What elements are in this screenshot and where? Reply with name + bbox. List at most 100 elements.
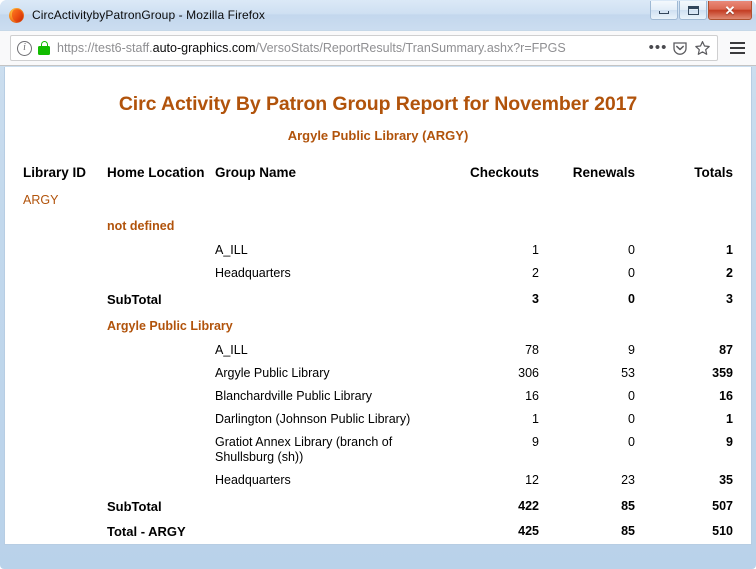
table-row: Blanchardville Public Library 16 0 16 <box>23 385 735 408</box>
url-host: auto-graphics.com <box>152 41 256 55</box>
report-subtitle: Argyle Public Library (ARGY) <box>287 128 469 143</box>
column-header-totals: Totals <box>694 165 733 180</box>
browser-window: CircActivitybyPatronGroup - Mozilla Fire… <box>0 0 756 569</box>
grand-total-row: Total - ARGY 425 85 510 <box>23 518 735 544</box>
grand-total-totals: 510 <box>712 524 733 539</box>
group-name: Headquarters <box>215 265 291 280</box>
maximize-button[interactable] <box>679 1 707 20</box>
close-icon: ✕ <box>724 2 736 18</box>
column-header-library-id: Library ID <box>23 165 87 180</box>
checkouts-value: 306 <box>518 365 539 380</box>
renewals-value: 9 <box>628 342 635 357</box>
maximize-icon <box>687 5 699 15</box>
renewals-value: 53 <box>621 365 635 380</box>
url-prefix: https://test6-staff. <box>57 41 153 55</box>
pocket-button[interactable] <box>669 37 691 59</box>
checkouts-value: 78 <box>525 342 539 357</box>
home-location-row: not defined <box>23 212 735 239</box>
subtotal-label: SubTotal <box>107 291 162 307</box>
group-name: Headquarters <box>215 472 291 487</box>
star-icon <box>694 40 710 55</box>
checkouts-value: 1 <box>532 242 539 257</box>
renewals-value: 23 <box>621 472 635 487</box>
group-name: Blanchardville Public Library <box>215 388 373 403</box>
table-header-row: Library ID Home Location Group Name Chec… <box>23 165 735 185</box>
browser-navigation-toolbar: i https://test6-staff.auto-graphics.com/… <box>0 30 756 66</box>
group-name: Darlington (Johnson Public Library) <box>215 411 411 426</box>
close-button[interactable]: ✕ <box>708 1 752 20</box>
group-name: A_ILL <box>215 242 248 257</box>
hamburger-menu-button[interactable] <box>724 35 750 61</box>
table-row: A_ILL 1 0 1 <box>23 239 735 262</box>
home-location-label: Argyle Public Library <box>107 318 233 333</box>
grand-total-checkouts: 425 <box>518 524 539 539</box>
subtotal-checkouts: 422 <box>518 498 539 513</box>
subtotal-renewals: 85 <box>621 498 635 513</box>
library-id-row: ARGY <box>23 185 735 212</box>
table-row: Headquarters 12 23 35 <box>23 469 735 492</box>
totals-value: 1 <box>726 411 733 426</box>
table-row: Headquarters 2 0 2 <box>23 262 735 285</box>
url-path: /VersoStats/ReportResults/TranSummary.as… <box>255 41 566 55</box>
column-header-checkouts: Checkouts <box>469 165 539 180</box>
report-title: Circ Activity By Patron Group Report for… <box>118 93 638 115</box>
totals-value: 1 <box>726 242 733 257</box>
renewals-value: 0 <box>628 265 635 280</box>
totals-value: 9 <box>726 434 733 449</box>
table-row: A_ILL 78 9 87 <box>23 339 735 362</box>
grand-total-renewals: 85 <box>621 524 635 539</box>
column-header-home-location: Home Location <box>107 165 205 180</box>
library-id-value: ARGY <box>23 192 59 207</box>
pocket-shield-icon <box>673 42 687 55</box>
subtotal-row: SubTotal 3 0 3 <box>23 285 735 312</box>
renewals-value: 0 <box>628 242 635 257</box>
column-header-renewals: Renewals <box>572 165 635 180</box>
bookmark-button[interactable] <box>691 37 713 59</box>
column-header-group-name: Group Name <box>215 165 297 180</box>
subtotal-row: SubTotal 422 85 507 <box>23 492 735 519</box>
page-actions-icon: ••• <box>648 39 668 56</box>
window-controls: ✕ <box>649 1 752 20</box>
totals-value: 359 <box>712 365 733 380</box>
subtotal-totals: 3 <box>726 291 733 306</box>
firefox-icon <box>8 7 25 24</box>
totals-value: 87 <box>719 342 733 357</box>
renewals-value: 0 <box>628 434 635 449</box>
address-bar[interactable]: i https://test6-staff.auto-graphics.com/… <box>10 35 718 61</box>
info-circle-icon[interactable]: i <box>17 40 32 56</box>
totals-value: 16 <box>719 388 733 403</box>
checkouts-value: 2 <box>532 265 539 280</box>
table-body: ARGY not defined A_ILL 1 0 1 Headquarter… <box>23 185 735 544</box>
home-location-row: Argyle Public Library <box>23 312 735 339</box>
page-actions-button[interactable]: ••• <box>647 37 669 59</box>
lock-icon[interactable] <box>38 41 50 55</box>
totals-value: 2 <box>726 265 733 280</box>
report-table: Library ID Home Location Group Name Chec… <box>23 165 735 544</box>
address-bar-actions: ••• <box>643 37 713 59</box>
table-row: Darlington (Johnson Public Library) 1 0 … <box>23 408 735 431</box>
subtotal-renewals: 0 <box>628 291 635 306</box>
subtotal-checkouts: 3 <box>532 291 539 306</box>
minimize-button[interactable] <box>650 1 678 20</box>
checkouts-value: 1 <box>532 411 539 426</box>
table-header: Library ID Home Location Group Name Chec… <box>23 165 735 185</box>
address-bar-text: https://test6-staff.auto-graphics.com/Ve… <box>57 41 643 55</box>
renewals-value: 0 <box>628 388 635 403</box>
grand-total-label: Total - ARGY <box>107 524 186 540</box>
minimize-icon <box>659 11 669 14</box>
group-name: A_ILL <box>215 342 248 357</box>
window-bottom-edge <box>0 547 756 569</box>
table-row: Argyle Public Library 306 53 359 <box>23 362 735 385</box>
checkouts-value: 12 <box>525 472 539 487</box>
window-title: CircActivitybyPatronGroup - Mozilla Fire… <box>32 8 266 22</box>
subtotal-label: SubTotal <box>107 498 162 514</box>
window-titlebar[interactable]: CircActivitybyPatronGroup - Mozilla Fire… <box>0 0 756 30</box>
checkouts-value: 9 <box>532 434 539 449</box>
table-row: Gratiot Annex Library (branch of Shullsb… <box>23 431 735 469</box>
page-viewport: Circ Activity By Patron Group Report for… <box>4 67 752 545</box>
totals-value: 35 <box>719 472 733 487</box>
hamburger-menu-icon <box>729 42 745 44</box>
checkouts-value: 16 <box>525 388 539 403</box>
subtotal-totals: 507 <box>712 498 733 513</box>
home-location-label: not defined <box>107 218 175 233</box>
